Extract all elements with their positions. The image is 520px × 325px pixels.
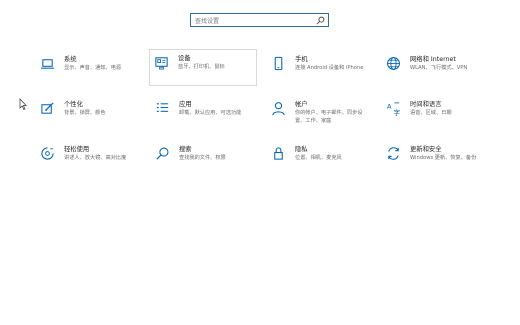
tile-desc: WLAN、飞行模式、VPN <box>410 65 468 71</box>
svg-text:A: A <box>387 103 392 111</box>
tile-title: 手机 <box>295 56 308 63</box>
tile-network[interactable]: 网络和 Internet WLAN、飞行模式、VPN <box>382 51 490 89</box>
tile-title: 网络和 Internet <box>410 56 456 63</box>
tile-desc: 你的帐户、电子邮件、同步设置、工作、家庭 <box>295 110 363 124</box>
tile-title: 搜索 <box>179 146 192 153</box>
tile-title: 轻松使用 <box>64 146 90 153</box>
tile-desc: 语音、区域、日期 <box>410 110 452 116</box>
tile-desc: 蓝牙、打印机、鼠标 <box>178 64 225 70</box>
tile-title: 个性化 <box>64 101 83 108</box>
svg-text:字: 字 <box>394 108 401 116</box>
tile-desc: 查找我的文件、权限 <box>179 155 226 161</box>
tile-desc: Windows 更新、恢复、备份 <box>410 155 477 161</box>
tile-phone[interactable]: 手机 连接 Android 设备和 iPhone <box>267 51 375 89</box>
globe-icon <box>386 56 401 71</box>
tile-ease-of-access[interactable]: 轻松使用 讲述人、放大镜、高对比度 <box>36 141 144 179</box>
tile-desc: 位置、相机、麦克风 <box>295 155 342 161</box>
tile-title: 设备 <box>178 55 191 62</box>
update-icon <box>386 146 401 161</box>
tile-update-security[interactable]: 更新和安全 Windows 更新、恢复、备份 <box>382 141 490 179</box>
search-placeholder: 查找设置 <box>195 17 220 25</box>
tile-title: 时间和语言 <box>410 101 442 108</box>
tile-desc: 连接 Android 设备和 iPhone <box>295 65 364 71</box>
lock-icon <box>271 146 286 161</box>
tile-accounts[interactable]: 帐户 你的帐户、电子邮件、同步设置、工作、家庭 <box>267 96 375 134</box>
personalization-icon <box>40 101 55 116</box>
time-language-icon: A字 <box>386 101 401 116</box>
laptop-icon <box>40 56 55 71</box>
tile-search[interactable]: 搜索 查找我的文件、权限 <box>151 141 259 179</box>
tile-desc: 卸载、默认应用、可选功能 <box>179 110 242 116</box>
mouse-cursor-icon <box>19 98 27 110</box>
tile-title: 帐户 <box>295 101 308 108</box>
tile-system[interactable]: 系统 显示、声音、通知、电源 <box>36 51 144 89</box>
tile-title: 更新和安全 <box>410 146 442 153</box>
phone-icon <box>271 56 286 71</box>
tile-desc: 显示、声音、通知、电源 <box>64 65 122 71</box>
tile-title: 系统 <box>64 56 77 63</box>
search-icon <box>155 146 170 161</box>
person-icon <box>271 101 286 116</box>
tile-title: 隐私 <box>295 146 308 153</box>
tile-desc: 背景、锁屏、颜色 <box>64 110 106 116</box>
tile-time-language[interactable]: A字 时间和语言 语音、区域、日期 <box>382 96 490 134</box>
tile-title: 应用 <box>179 101 192 108</box>
tile-desc: 讲述人、放大镜、高对比度 <box>64 155 127 161</box>
devices-icon <box>154 55 169 70</box>
tile-devices[interactable]: 设备 蓝牙、打印机、鼠标 <box>149 49 257 86</box>
search-input[interactable]: 查找设置 <box>190 13 329 27</box>
ease-of-access-icon <box>40 146 55 161</box>
tile-personalization[interactable]: 个性化 背景、锁屏、颜色 <box>36 96 144 134</box>
search-icon <box>316 16 325 24</box>
tile-privacy[interactable]: 隐私 位置、相机、麦克风 <box>267 141 375 179</box>
apps-icon <box>155 101 170 116</box>
tile-apps[interactable]: 应用 卸载、默认应用、可选功能 <box>151 96 259 134</box>
